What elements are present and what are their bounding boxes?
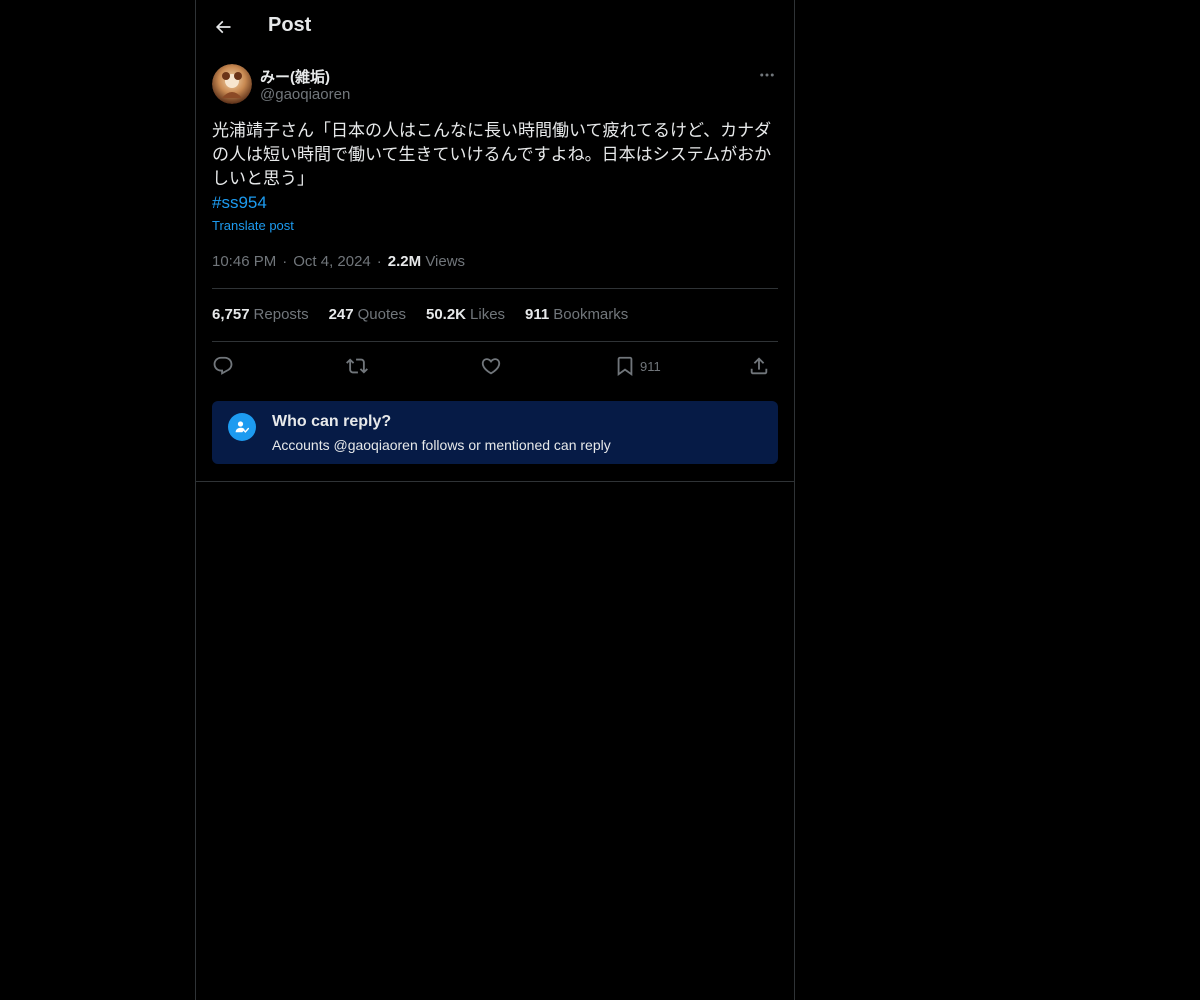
post-date[interactable]: Oct 4, 2024: [293, 253, 371, 270]
translate-post-link[interactable]: Translate post: [212, 218, 294, 233]
mention-user-icon: [228, 413, 256, 441]
stat-label: Bookmarks: [553, 306, 629, 323]
heart-icon: [481, 358, 501, 375]
separator-dot: ·: [282, 253, 288, 270]
reply-restriction-subtitle: Accounts @gaoqiaoren follows or mentione…: [272, 437, 611, 453]
stat-quotes[interactable]: 247 Quotes: [329, 306, 406, 323]
stat-label: Likes: [470, 306, 506, 323]
stat-likes[interactable]: 50.2K Likes: [426, 306, 505, 323]
stat-label: Quotes: [357, 306, 406, 323]
more-horizontal-icon: [760, 73, 774, 77]
stat-count: 50.2K: [425, 306, 467, 323]
divider: [212, 288, 778, 289]
divider: [212, 341, 778, 342]
post-metadata: 10:46 PM · Oct 4, 2024 · 2.2M Views: [212, 253, 465, 270]
reply-button[interactable]: [212, 352, 234, 380]
more-options-button[interactable]: [756, 64, 778, 86]
avatar[interactable]: [212, 64, 252, 104]
stat-bookmarks[interactable]: 911 Bookmarks: [525, 306, 628, 323]
views-label: Views: [425, 253, 466, 270]
avatar-image: [212, 64, 252, 104]
arrow-left-icon: [215, 20, 231, 34]
views-count: 2.2M: [387, 253, 422, 270]
stat-label: Reposts: [253, 306, 309, 323]
stat-count: 6,757: [212, 306, 250, 323]
reply-restriction-title: Who can reply?: [272, 413, 392, 430]
separator-dot: ·: [376, 253, 382, 270]
reply-restriction-notice: Who can reply? Accounts @gaoqiaoren foll…: [212, 401, 778, 464]
author-display-name[interactable]: みー(雑垢): [260, 66, 330, 87]
section-divider: [196, 481, 794, 482]
like-button[interactable]: [480, 352, 502, 380]
post-time[interactable]: 10:46 PM: [212, 253, 276, 270]
page-title: Post: [268, 14, 312, 36]
post-author: みー(雑垢) @gaoqiaoren: [212, 64, 778, 108]
repost-icon: [346, 358, 368, 374]
hashtag-link[interactable]: #ss954: [212, 191, 267, 215]
stat-count: 247: [328, 306, 354, 323]
share-button[interactable]: [748, 352, 770, 380]
stat-count: 911: [525, 306, 550, 323]
bookmark-button[interactable]: 911: [614, 352, 661, 380]
post-stats: 6,757 Reposts 247 Quotes 50.2K Likes 911 Boo…: [212, 306, 628, 323]
page-header: Post: [196, 0, 794, 54]
bookmark-count: 911: [640, 358, 661, 374]
post-text: 光浦靖子さん「日本の人はこんなに長い時間働いて疲れてるけど、カナダの人は短い時間…: [212, 121, 772, 188]
back-button[interactable]: [208, 12, 238, 42]
stat-reposts[interactable]: 6,757 Reposts: [212, 306, 309, 323]
post-actions-bar: 911: [212, 352, 778, 380]
author-handle[interactable]: @gaoqiaoren: [260, 86, 350, 103]
primary-column: Post みー(雑垢) @gaoqiaoren 光浦靖子さん「日本の人はこんなに…: [195, 0, 795, 1000]
reply-icon: [213, 356, 233, 375]
share-icon: [750, 357, 768, 375]
repost-button[interactable]: [346, 352, 368, 380]
bookmark-icon: [617, 356, 633, 377]
